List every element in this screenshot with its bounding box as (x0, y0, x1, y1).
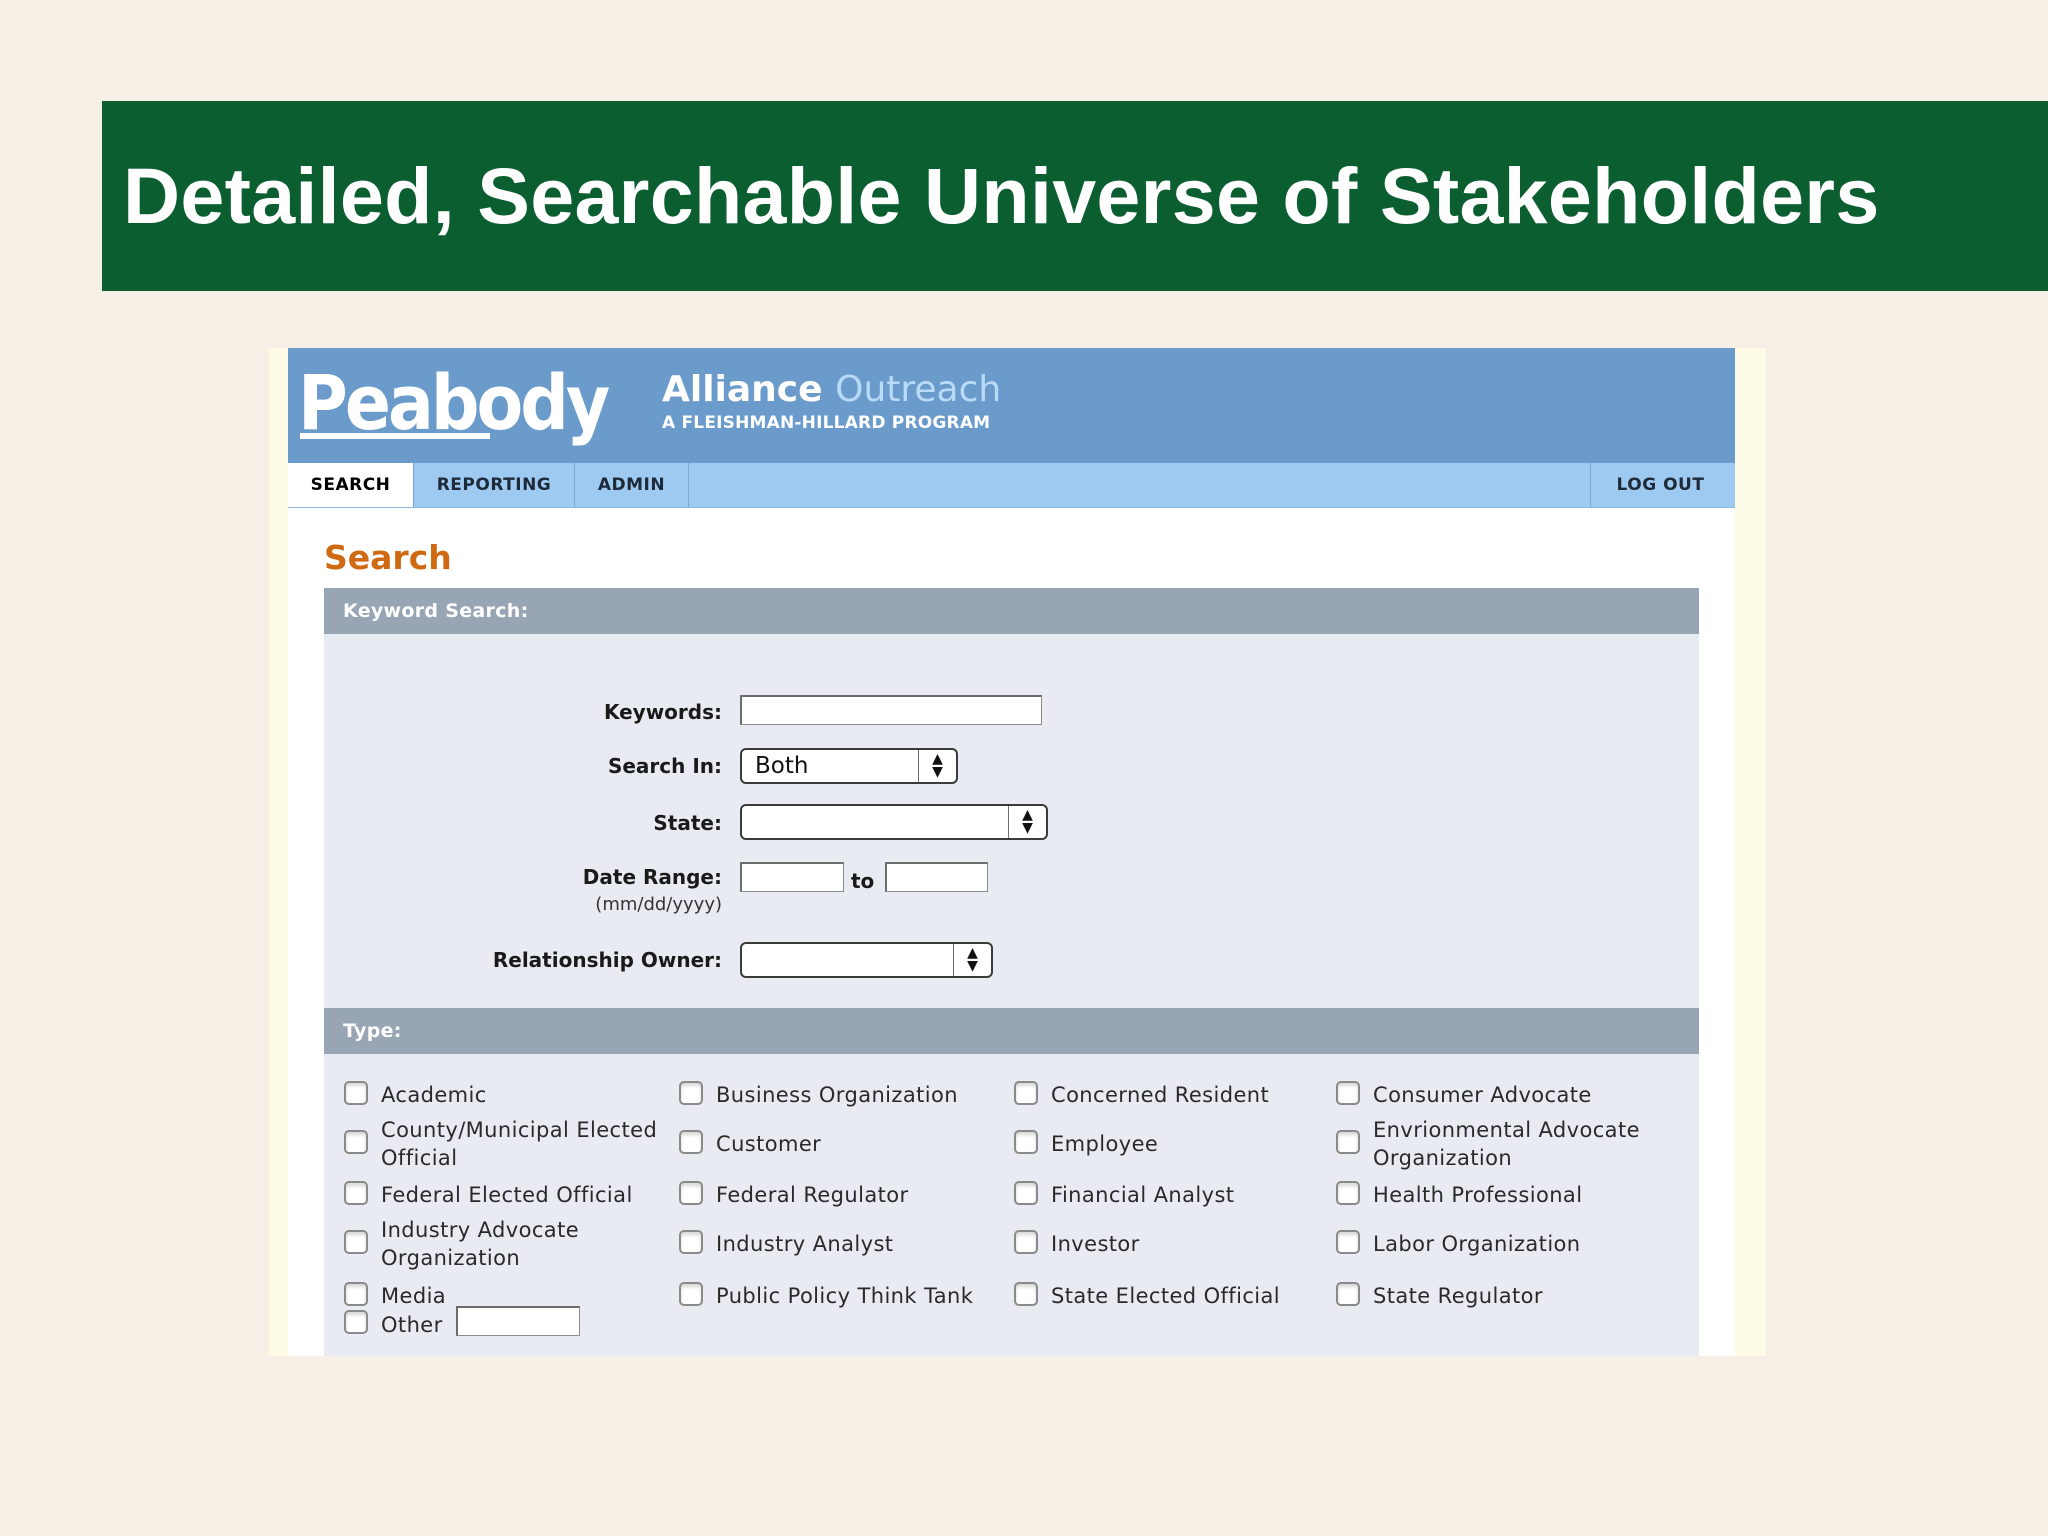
checkbox-type-4-3[interactable] (1336, 1282, 1360, 1306)
date-range-label: Date Range: (582, 865, 722, 889)
checkbox-label-other: Other (381, 1313, 443, 1337)
checkbox-label: Business Organization (716, 1083, 958, 1107)
checkbox-label: State Regulator (1373, 1284, 1543, 1308)
checkbox-label: Labor Organization (1373, 1232, 1581, 1256)
date-from-input[interactable] (740, 862, 844, 892)
checkbox-type-2-0[interactable] (344, 1181, 368, 1205)
state-select[interactable]: ▲ ▼ (740, 804, 1048, 840)
logo-underline (300, 433, 490, 439)
logout-button[interactable]: LOG OUT (1590, 463, 1730, 507)
checkbox-label: Industry Advocate (381, 1218, 580, 1242)
checkbox-label: Investor (1051, 1232, 1140, 1256)
date-to-input[interactable] (885, 862, 988, 892)
select-arrows-icon: ▲ ▼ (1008, 806, 1046, 838)
checkbox-other[interactable] (344, 1310, 368, 1334)
search-in-value: Both (755, 753, 809, 779)
date-to-label: to (851, 869, 875, 893)
select-arrows-icon: ▲ ▼ (953, 944, 991, 976)
checkbox-label: County/Municipal Elected (381, 1118, 658, 1142)
slide-title-bar: Detailed, Searchable Universe of Stakeho… (102, 101, 2048, 291)
checkbox-label: Federal Regulator (716, 1183, 909, 1207)
page-title: Search (324, 538, 452, 577)
checkbox-type-2-1[interactable] (679, 1181, 703, 1205)
checkbox-type-3-2[interactable] (1014, 1230, 1038, 1254)
checkbox-type-0-0[interactable] (344, 1081, 368, 1105)
slide-title: Detailed, Searchable Universe of Stakeho… (123, 151, 1880, 240)
checkbox-label: Organization (1373, 1146, 1513, 1170)
main-nav: SEARCH REPORTING ADMIN LOG OUT (288, 463, 1735, 508)
checkbox-label: Industry Analyst (716, 1232, 894, 1256)
checkbox-type-4-2[interactable] (1014, 1282, 1038, 1306)
tab-reporting[interactable]: REPORTING (414, 463, 575, 507)
tab-admin[interactable]: ADMIN (575, 463, 689, 507)
checkbox-type-3-3[interactable] (1336, 1230, 1360, 1254)
app-window: Peabody Alliance Outreach A FLEISHMAN-HI… (288, 348, 1735, 1356)
date-format-hint: (mm/dd/yyyy) (595, 894, 722, 915)
checkbox-label: Media (381, 1284, 447, 1308)
search-in-label: Search In: (607, 754, 722, 778)
other-type-input[interactable] (456, 1306, 580, 1336)
checkbox-type-4-0[interactable] (344, 1282, 368, 1306)
checkbox-label: Organization (381, 1246, 521, 1270)
checkbox-type-1-3[interactable] (1336, 1130, 1360, 1154)
state-label: State: (653, 811, 722, 835)
checkbox-type-1-0[interactable] (344, 1130, 368, 1154)
checkbox-type-4-1[interactable] (679, 1282, 703, 1306)
checkbox-label: Federal Elected Official (381, 1183, 633, 1207)
relationship-owner-select[interactable]: ▲ ▼ (740, 942, 993, 978)
brand-block: Alliance Outreach A FLEISHMAN-HILLARD PR… (662, 368, 1001, 434)
select-arrows-icon: ▲ ▼ (918, 750, 956, 782)
checkbox-type-0-3[interactable] (1336, 1081, 1360, 1105)
checkbox-label: Health Professional (1373, 1183, 1583, 1207)
keywords-input[interactable] (740, 695, 1042, 725)
checkbox-type-2-2[interactable] (1014, 1181, 1038, 1205)
checkbox-label: Official (381, 1146, 458, 1170)
brand-name-part1: Alliance (662, 369, 823, 410)
type-header: Type: (324, 1008, 1699, 1054)
checkbox-type-0-1[interactable] (679, 1081, 703, 1105)
checkbox-label: Concerned Resident (1051, 1083, 1270, 1107)
checkbox-type-1-2[interactable] (1014, 1130, 1038, 1154)
checkbox-label: Consumer Advocate (1373, 1083, 1592, 1107)
checkbox-label: Academic (381, 1083, 487, 1107)
checkbox-label: Customer (716, 1132, 822, 1156)
checkbox-type-2-3[interactable] (1336, 1181, 1360, 1205)
checkbox-label: Public Policy Think Tank (716, 1284, 974, 1308)
tab-search[interactable]: SEARCH (288, 463, 414, 507)
checkbox-label: Financial Analyst (1051, 1183, 1235, 1207)
checkbox-type-3-0[interactable] (344, 1230, 368, 1254)
checkbox-type-1-1[interactable] (679, 1130, 703, 1154)
brand-name-part2: Outreach (835, 369, 1002, 410)
keywords-label: Keywords: (603, 700, 722, 724)
checkbox-type-3-1[interactable] (679, 1230, 703, 1254)
search-in-select[interactable]: Both ▲ ▼ (740, 748, 958, 784)
checkbox-label: Employee (1051, 1132, 1159, 1156)
checkbox-type-0-2[interactable] (1014, 1081, 1038, 1105)
keyword-search-header: Keyword Search: (324, 588, 1699, 634)
app-header: Peabody Alliance Outreach A FLEISHMAN-HI… (288, 348, 1735, 463)
brand-subtitle: A FLEISHMAN-HILLARD PROGRAM (662, 413, 991, 433)
relationship-owner-label: Relationship Owner: (492, 948, 722, 972)
checkbox-label: Envrionmental Advocate (1373, 1118, 1640, 1142)
checkbox-label: State Elected Official (1051, 1284, 1281, 1308)
